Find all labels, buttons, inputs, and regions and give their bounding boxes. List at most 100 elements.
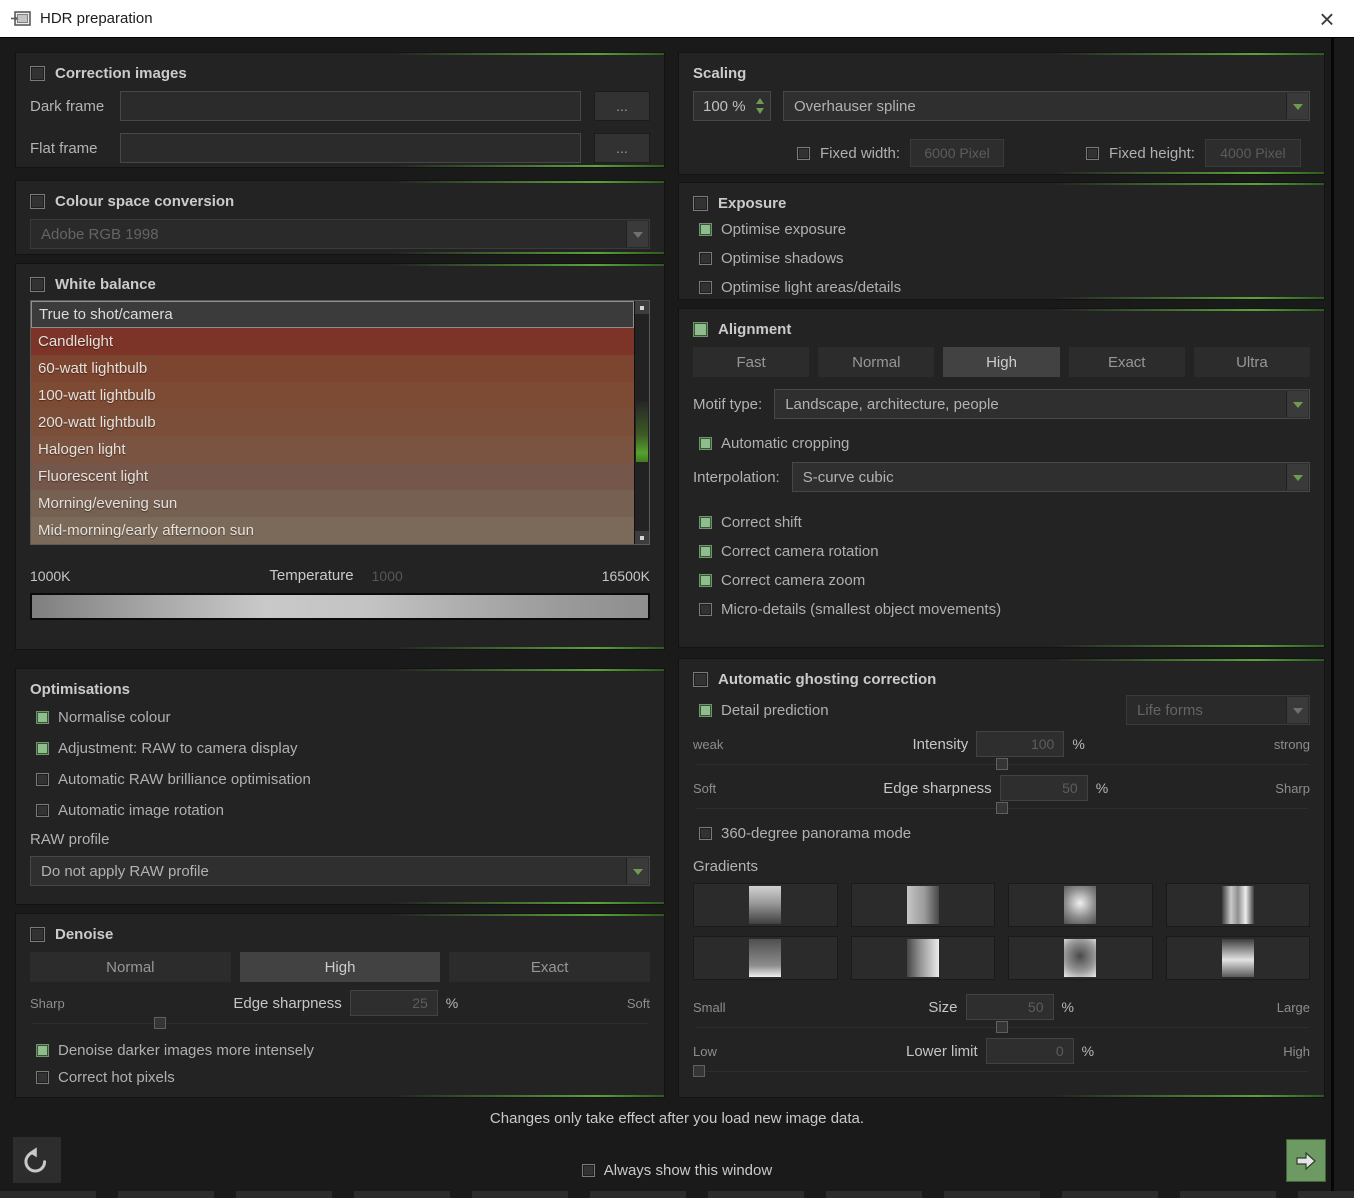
list-item[interactable]: Halogen light — [31, 436, 634, 463]
alignment-checkbox[interactable] — [693, 322, 708, 337]
check-optimise-shadows[interactable]: Optimise shadows — [699, 250, 1310, 267]
check-correct-camera-zoom[interactable]: Correct camera zoom — [699, 572, 1310, 589]
check-image-rotation[interactable]: Automatic image rotation — [36, 802, 650, 819]
gradient-swatch-vertical-stripes[interactable] — [1166, 883, 1311, 927]
check-denoise-darker[interactable]: Denoise darker images more intensely — [36, 1042, 650, 1059]
denoise-mode-exact[interactable]: Exact — [449, 952, 650, 982]
check-hot-pixels[interactable]: Correct hot pixels — [36, 1069, 650, 1086]
slider-value[interactable]: 50 — [1000, 775, 1088, 801]
gradient-swatch-bottom-light[interactable] — [693, 936, 838, 980]
checkbox[interactable] — [36, 742, 49, 755]
gradient-swatch-center-light[interactable] — [1008, 883, 1153, 927]
checkbox[interactable] — [699, 545, 712, 558]
gradient-swatch-right-light[interactable] — [851, 936, 996, 980]
checkbox[interactable] — [699, 223, 712, 236]
slider-handle[interactable] — [693, 1065, 705, 1077]
scaling-percent-spinner[interactable]: 100 % — [693, 91, 771, 121]
slider-value[interactable]: 25 — [350, 990, 438, 1016]
scrollbar-thumb[interactable] — [636, 401, 648, 462]
slider-handle[interactable] — [996, 758, 1008, 770]
ghosting-checkbox[interactable] — [693, 672, 708, 687]
close-icon[interactable]: × — [1310, 3, 1344, 35]
list-item[interactable]: 200-watt lightbulb — [31, 409, 634, 436]
checkbox[interactable] — [699, 574, 712, 587]
scaling-method-dropdown[interactable]: Overhauser spline — [783, 91, 1310, 121]
white-balance-checkbox[interactable] — [30, 277, 45, 292]
checkbox[interactable] — [699, 603, 712, 616]
temperature-slider[interactable] — [30, 593, 650, 620]
alignment-mode-ultra[interactable]: Ultra — [1194, 347, 1310, 377]
checkbox[interactable] — [699, 252, 712, 265]
scroll-down-icon[interactable] — [635, 531, 649, 544]
colour-space-dropdown[interactable]: Adobe RGB 1998 — [30, 219, 650, 249]
check-panorama-mode[interactable]: 360-degree panorama mode — [699, 825, 1310, 842]
checkbox[interactable] — [36, 711, 49, 724]
alignment-mode-exact[interactable]: Exact — [1069, 347, 1185, 377]
alignment-mode-normal[interactable]: Normal — [818, 347, 934, 377]
titlebar: HDR preparation × — [0, 0, 1354, 38]
checkbox[interactable] — [36, 1071, 49, 1084]
list-item[interactable]: True to shot/camera — [31, 301, 634, 328]
checkbox[interactable] — [36, 804, 49, 817]
motif-type-dropdown[interactable]: Landscape, architecture, people — [774, 389, 1310, 419]
fixed-height-input[interactable]: 4000 Pixel — [1205, 139, 1301, 167]
list-item[interactable]: 100-watt lightbulb — [31, 382, 634, 409]
life-forms-dropdown[interactable]: Life forms — [1126, 695, 1310, 725]
list-item[interactable]: Mid-morning/early afternoon sun — [31, 517, 634, 544]
checkbox[interactable] — [699, 704, 712, 717]
fixed-height-checkbox[interactable] — [1086, 147, 1099, 160]
check-normalise-colour[interactable]: Normalise colour — [36, 709, 650, 726]
slider-value[interactable]: 100 — [976, 731, 1064, 757]
check-automatic-cropping[interactable]: Automatic cropping — [699, 435, 1310, 452]
check-micro-details[interactable]: Micro-details (smallest object movements… — [699, 601, 1310, 618]
flat-frame-input[interactable] — [120, 133, 581, 163]
alignment-mode-fast[interactable]: Fast — [693, 347, 809, 377]
check-optimise-exposure[interactable]: Optimise exposure — [699, 221, 1310, 238]
slider-handle[interactable] — [996, 802, 1008, 814]
scrollbar[interactable] — [634, 301, 649, 544]
check-correct-shift[interactable]: Correct shift — [699, 514, 1310, 531]
list-item[interactable]: 60-watt lightbulb — [31, 355, 634, 382]
checkbox[interactable] — [699, 437, 712, 450]
dark-frame-browse-button[interactable]: ... — [594, 91, 650, 121]
slider-value[interactable]: 50 — [966, 994, 1054, 1020]
slider-handle[interactable] — [996, 1021, 1008, 1033]
correction-images-checkbox[interactable] — [30, 66, 45, 81]
scroll-up-icon[interactable] — [635, 301, 649, 314]
exposure-checkbox[interactable] — [693, 196, 708, 211]
checkbox[interactable] — [699, 516, 712, 529]
list-item[interactable]: Morning/evening sun — [31, 490, 634, 517]
slider-value[interactable]: 0 — [986, 1038, 1074, 1064]
list-item[interactable]: Fluorescent light — [31, 463, 634, 490]
list-item[interactable]: Candlelight — [31, 328, 634, 355]
gradient-swatch-top-light[interactable] — [693, 883, 838, 927]
denoise-checkbox[interactable] — [30, 927, 45, 942]
spinner-arrows-icon[interactable] — [753, 94, 767, 118]
denoise-mode-high[interactable]: High — [240, 952, 441, 982]
gradient-swatch-edges-light[interactable] — [1008, 936, 1153, 980]
checkbox[interactable] — [36, 1044, 49, 1057]
check-raw-to-camera[interactable]: Adjustment: RAW to camera display — [36, 740, 650, 757]
alignment-mode-high[interactable]: High — [943, 347, 1059, 377]
gradient-swatch-left-light[interactable] — [851, 883, 996, 927]
fixed-width-checkbox[interactable] — [797, 147, 810, 160]
denoise-mode-normal[interactable]: Normal — [30, 952, 231, 982]
check-detail-prediction[interactable]: Detail prediction — [699, 702, 829, 719]
gradient-swatch-horizontal-band[interactable] — [1166, 936, 1311, 980]
checkbox[interactable] — [699, 281, 712, 294]
checkbox[interactable] — [699, 827, 712, 840]
raw-profile-dropdown[interactable]: Do not apply RAW profile — [30, 856, 650, 886]
check-raw-brilliance[interactable]: Automatic RAW brilliance optimisation — [36, 771, 650, 788]
slider-handle[interactable] — [154, 1017, 166, 1029]
checkbox[interactable] — [36, 773, 49, 786]
proceed-button[interactable] — [1286, 1139, 1326, 1182]
always-show-row[interactable]: Always show this window — [0, 1162, 1354, 1179]
dark-frame-input[interactable] — [120, 91, 581, 121]
check-correct-camera-rotation[interactable]: Correct camera rotation — [699, 543, 1310, 560]
check-optimise-light-areas[interactable]: Optimise light areas/details — [699, 279, 1310, 296]
fixed-width-input[interactable]: 6000 Pixel — [910, 139, 1004, 167]
interpolation-dropdown[interactable]: S-curve cubic — [792, 462, 1310, 492]
colour-space-checkbox[interactable] — [30, 194, 45, 209]
always-show-checkbox[interactable] — [582, 1164, 595, 1177]
flat-frame-browse-button[interactable]: ... — [594, 133, 650, 163]
